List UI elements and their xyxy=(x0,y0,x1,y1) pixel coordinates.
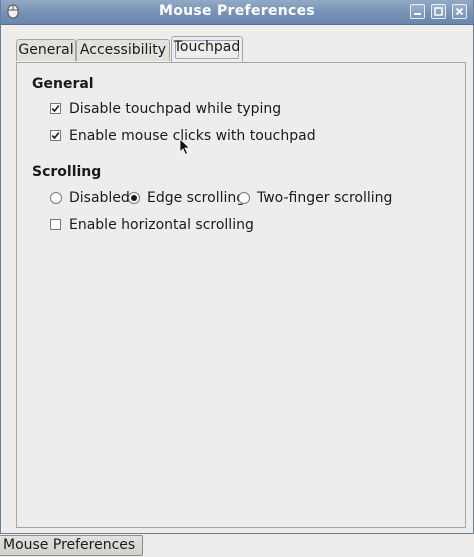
checkbox-label: Enable mouse clicks with touchpad xyxy=(69,128,316,144)
taskbar-window-button[interactable]: Mouse Preferences xyxy=(0,535,143,556)
tab-general[interactable]: General xyxy=(16,39,76,61)
checkbox-label: Enable horizontal scrolling xyxy=(69,217,254,233)
mouse-preferences-window: Mouse Preferences General Accessibility … xyxy=(0,0,474,534)
title-bar[interactable]: Mouse Preferences xyxy=(1,0,473,25)
tab-accessibility[interactable]: Accessibility xyxy=(76,39,170,61)
radio-button[interactable] xyxy=(50,192,62,204)
touchpad-panel: General Disable touchpad while typing En… xyxy=(16,62,466,528)
radio-label: Edge scrolling xyxy=(147,190,246,206)
taskbar: Mouse Preferences xyxy=(0,534,474,557)
taskbar-window-label: Mouse Preferences xyxy=(3,537,136,553)
tab-label: Accessibility xyxy=(79,42,167,58)
scrolling-section-title: Scrolling xyxy=(32,164,102,180)
close-button[interactable] xyxy=(452,4,467,19)
maximize-button[interactable] xyxy=(431,4,446,19)
tab-label: Touchpad xyxy=(173,39,241,55)
general-section-title: General xyxy=(32,76,94,92)
tab-label: General xyxy=(18,42,74,58)
checkbox-label: Disable touchpad while typing xyxy=(69,101,282,117)
radio-selected-dot xyxy=(131,195,137,201)
tab-touchpad[interactable]: Touchpad xyxy=(171,36,243,62)
checkbox[interactable] xyxy=(50,219,61,230)
window-title: Mouse Preferences xyxy=(158,3,316,19)
radio-button[interactable] xyxy=(128,192,140,204)
checkbox[interactable] xyxy=(50,103,61,114)
radio-button[interactable] xyxy=(238,192,250,204)
radio-label: Disabled xyxy=(69,190,130,206)
minimize-button[interactable] xyxy=(410,4,425,19)
radio-label: Two-finger scrolling xyxy=(257,190,393,206)
checkbox[interactable] xyxy=(50,130,61,141)
mouse-pointer-icon xyxy=(179,138,191,160)
